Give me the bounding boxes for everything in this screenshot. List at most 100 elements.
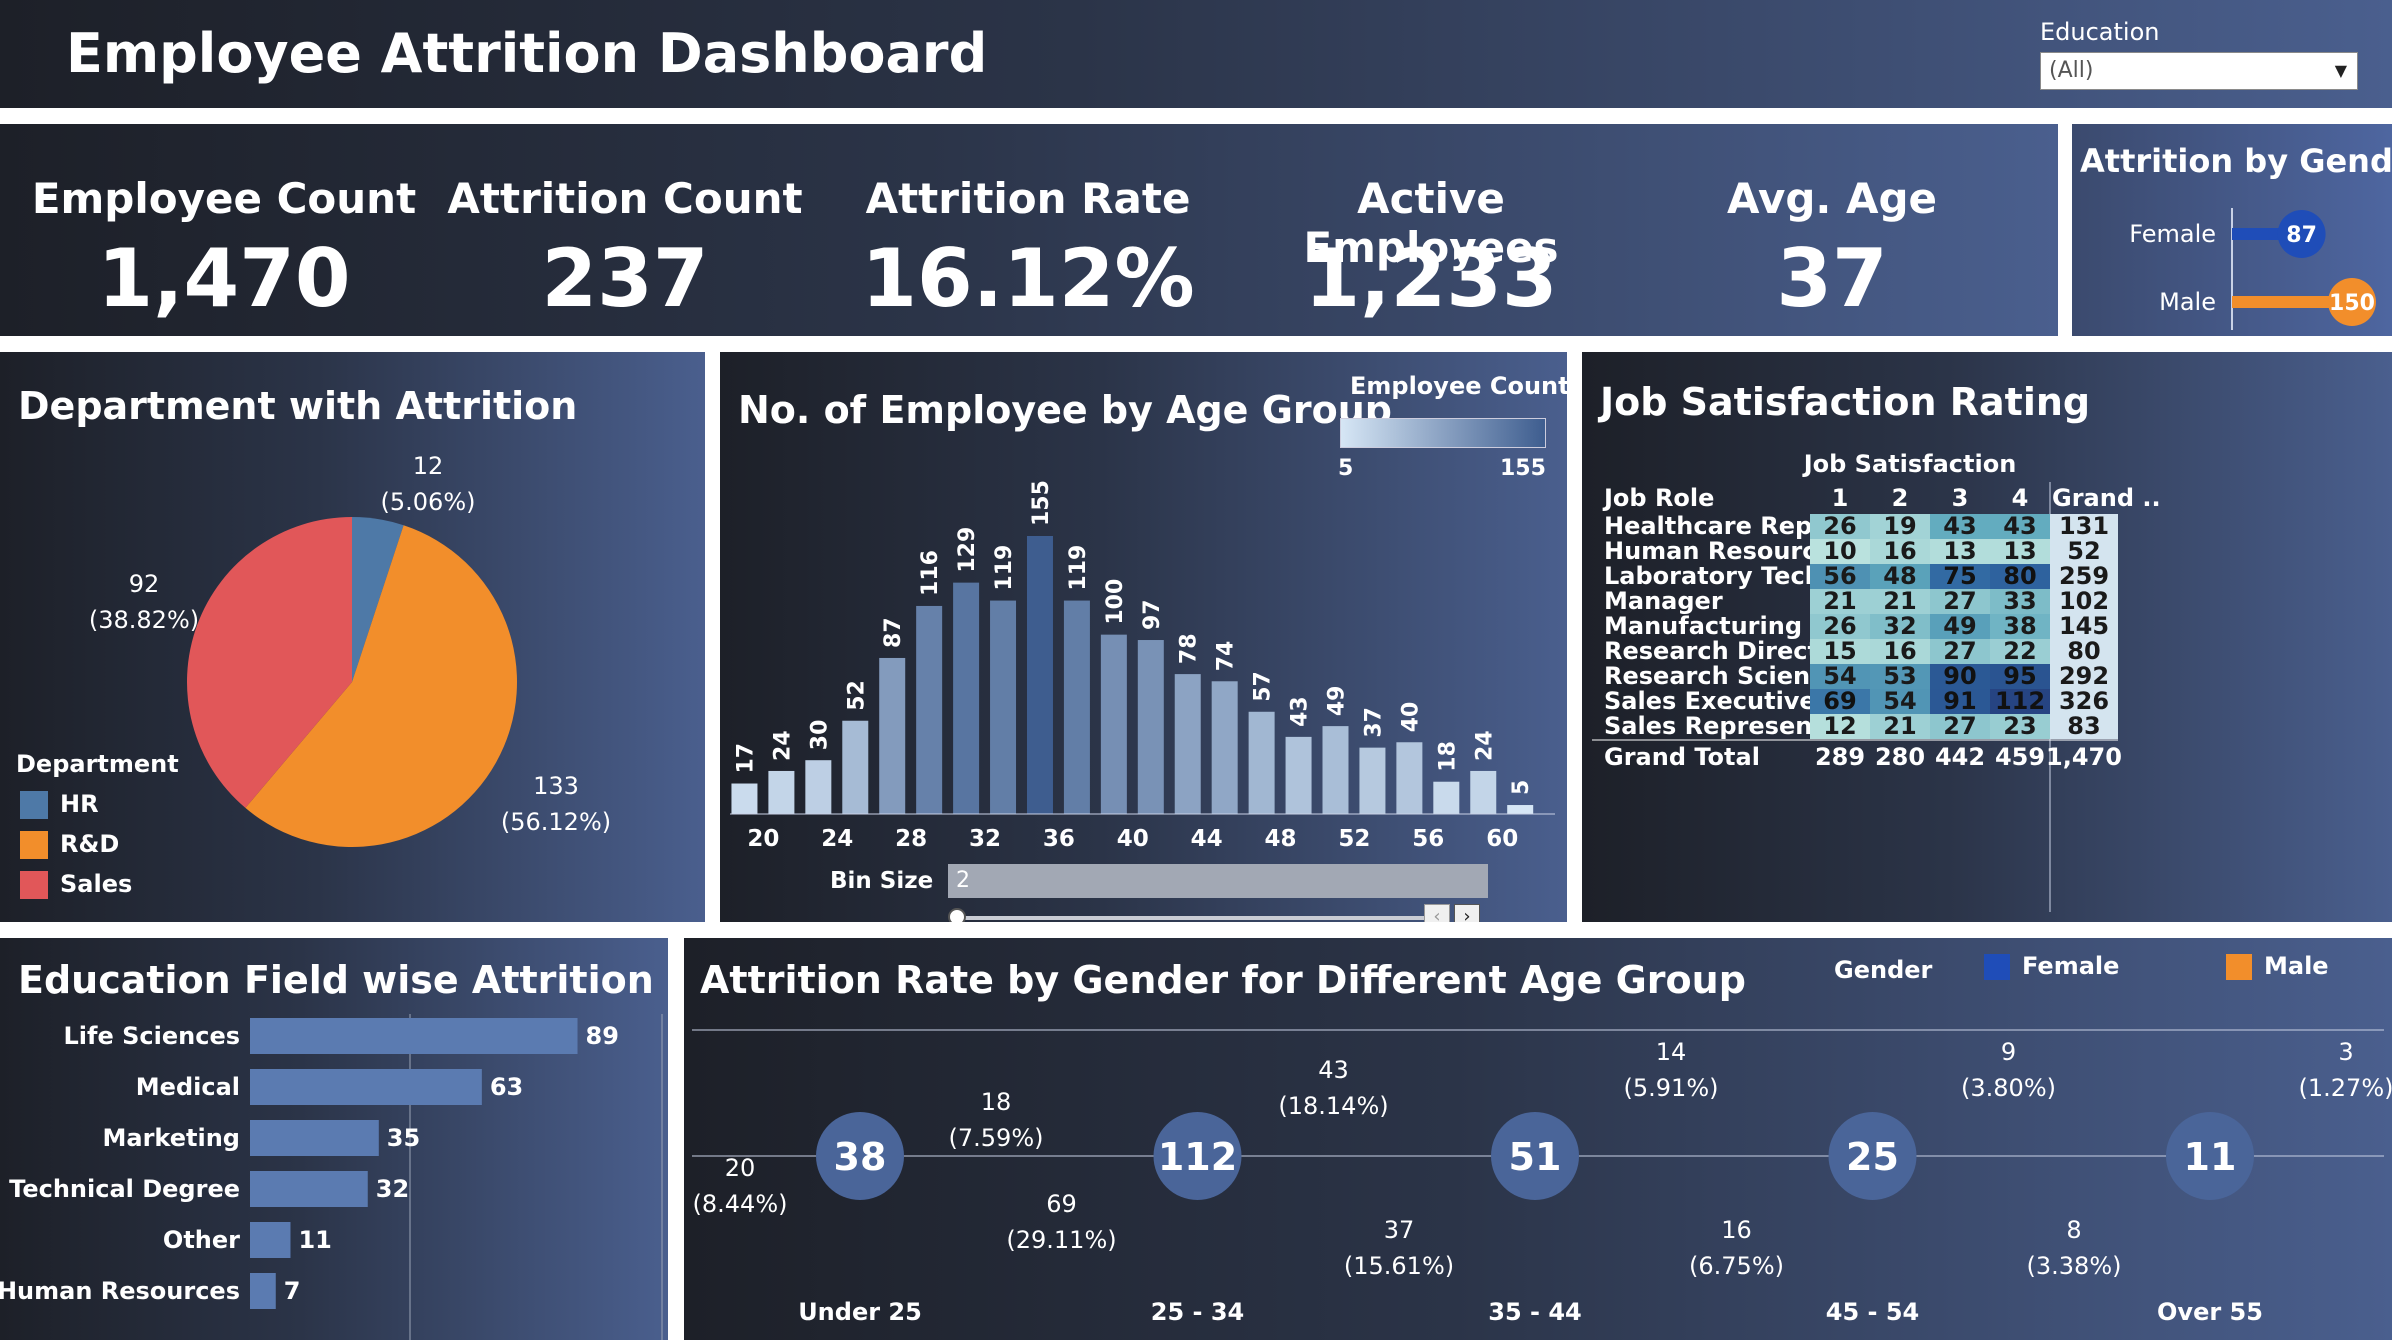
age-bar-54[interactable] (1396, 742, 1423, 814)
edu-bar[interactable] (250, 1018, 578, 1054)
age-bar-50[interactable] (1322, 726, 1349, 814)
legend-label-rd: R&D (60, 830, 120, 858)
age-bar-30[interactable] (953, 582, 980, 814)
bin-increment-button[interactable]: › (1454, 904, 1480, 922)
age-bar-46[interactable] (1248, 711, 1275, 814)
column-header-1: 1 (1832, 484, 1849, 512)
table-cell-value: 112 (1995, 687, 2045, 715)
table-cell-value: 16 (1883, 637, 1916, 665)
donut-female-count: 18 (981, 1088, 1012, 1116)
table-cell-value: 26 (1823, 612, 1856, 640)
age-x-tick: 56 (1412, 826, 1444, 852)
age-bar-40[interactable] (1137, 640, 1164, 814)
table-row-total: 326 (2059, 687, 2109, 715)
age-bar-20[interactable] (768, 770, 795, 814)
age-group-bar-chart: 17 24 30 52 87 116 129 119 155 119 100 97 78 74 57 43 49… (730, 480, 1555, 852)
table-cell-value: 54 (1823, 662, 1856, 690)
age-x-tick: 44 (1191, 826, 1223, 852)
education-panel: Education Field wise Attrition Life Scie… (0, 938, 668, 1340)
donut-total: 38 (834, 1135, 887, 1179)
age-bar-label-22: 30 (807, 720, 832, 751)
pie-label-pct-rd: (56.12%) (501, 808, 611, 836)
edu-bar[interactable] (250, 1120, 379, 1156)
column-header-4: 4 (2012, 484, 2029, 512)
table-cell-value: 15 (1823, 637, 1856, 665)
edu-bar-value: 7 (284, 1277, 301, 1305)
donut-total: 11 (2184, 1135, 2237, 1179)
age-bar-34[interactable] (1026, 536, 1053, 814)
edu-bar-label: Human Resources (0, 1277, 240, 1305)
dashboard-title: Employee Attrition Dashboard (66, 22, 988, 85)
education-filter-dropdown[interactable]: (All) ▼ (2040, 52, 2358, 90)
table-cell-value: 43 (2003, 512, 2036, 540)
age-bar-56[interactable] (1433, 781, 1460, 814)
table-cell-value: 38 (2003, 612, 2036, 640)
age-bar-38[interactable] (1100, 634, 1127, 814)
legend-item-hr[interactable]: HR (20, 790, 99, 819)
age-bar-32[interactable] (990, 600, 1017, 814)
age-bar-26[interactable] (879, 657, 906, 814)
age-bar-24[interactable] (842, 720, 869, 814)
age-bar-label-52: 37 (1361, 707, 1386, 738)
table-cell-value: 54 (1883, 687, 1916, 715)
donut-male-pct: (15.61%) (1344, 1252, 1454, 1280)
bin-size-slider-handle[interactable] (948, 908, 966, 922)
edu-bar[interactable] (250, 1069, 482, 1105)
donut-total: 51 (1509, 1135, 1562, 1179)
donut-female-count: 3 (2338, 1038, 2353, 1066)
age-bar-label-44: 74 (1214, 641, 1239, 672)
age-bar-60[interactable] (1507, 805, 1534, 814)
column-header-2: 2 (1892, 484, 1909, 512)
age-bar-42[interactable] (1174, 674, 1201, 814)
age-bar-22[interactable] (805, 760, 832, 814)
age-bar-label-26: 87 (881, 617, 906, 648)
table-cell-value: 23 (2003, 712, 2036, 740)
age-x-tick: 36 (1043, 826, 1075, 852)
edu-bar-value: 63 (490, 1073, 523, 1101)
kpi-label-attrition-rate: Attrition Rate (865, 174, 1191, 223)
table-cell-value: 49 (1943, 612, 1976, 640)
age-x-tick: 28 (895, 826, 927, 852)
column-total: 442 (1935, 743, 1985, 771)
age-bar-58[interactable] (1470, 770, 1497, 814)
legend-item-sales[interactable]: Sales (20, 870, 132, 899)
kpi-value-active-employees: 1,233 (1304, 232, 1558, 325)
edu-bar[interactable] (250, 1171, 368, 1207)
table-row-label: Sales Executive (1604, 687, 1816, 715)
age-bar-label-48: 43 (1288, 696, 1313, 727)
age-bar-18[interactable] (731, 783, 758, 814)
age-bar-label-56: 18 (1435, 741, 1460, 772)
table-cell-value: 12 (1823, 712, 1856, 740)
legend-label-hr: HR (60, 790, 99, 818)
table-row-total: 131 (2059, 512, 2109, 540)
table-row-total: 292 (2059, 662, 2109, 690)
bin-size-input[interactable]: 2 (948, 864, 1488, 898)
table-cell-value: 33 (2003, 587, 2036, 615)
age-bar-28[interactable] (916, 605, 943, 814)
donut-female-pct: (1.27%) (2299, 1074, 2392, 1102)
edu-bar[interactable] (250, 1222, 291, 1258)
age-bar-52[interactable] (1359, 747, 1386, 814)
gender-value-male: 150 (2329, 291, 2375, 316)
pie-label-value-hr: 12 (413, 452, 444, 480)
bin-decrement-button[interactable]: ‹ (1424, 904, 1450, 922)
column-total: 289 (1815, 743, 1865, 771)
legend-label-sales: Sales (60, 870, 133, 898)
age-bar-48[interactable] (1285, 736, 1312, 814)
age-bar-label-20: 24 (770, 730, 795, 761)
job-satisfaction-panel: Job Satisfaction Rating Job Satisfaction… (1582, 352, 2392, 922)
gender-age-panel: Attrition Rate by Gender for Different A… (684, 938, 2392, 1340)
age-bar-36[interactable] (1063, 600, 1090, 814)
donut-male-pct: (29.11%) (1006, 1226, 1116, 1254)
legend-item-rd[interactable]: R&D (20, 830, 119, 859)
age-x-tick: 52 (1338, 826, 1370, 852)
hr-swatch (20, 791, 48, 819)
edu-bar[interactable] (250, 1273, 276, 1309)
table-cell-value: 32 (1883, 612, 1916, 640)
bin-size-slider-track[interactable] (956, 916, 1436, 920)
column-header-grand: Grand .. (2052, 484, 2161, 512)
age-bar-label-60: 5 (1509, 780, 1534, 795)
donut-male-pct: (6.75%) (1689, 1252, 1784, 1280)
donut-male-count: 37 (1384, 1216, 1415, 1244)
age-bar-44[interactable] (1211, 681, 1238, 814)
